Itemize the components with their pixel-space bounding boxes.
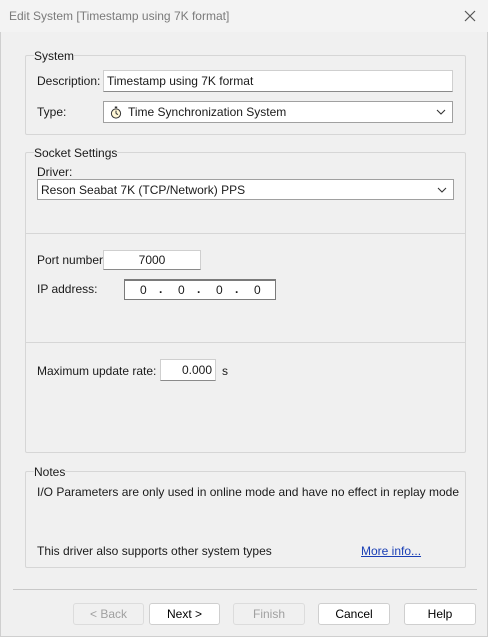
ip-octet-1[interactable]: 0 [140, 283, 147, 297]
rate-input[interactable]: 0.000 [160, 359, 216, 381]
port-input[interactable]: 7000 [103, 250, 201, 270]
notes-text: I/O Parameters are only used in online m… [37, 485, 460, 499]
divider [26, 233, 465, 234]
next-button[interactable]: Next > [149, 603, 220, 625]
ip-label: IP address: [37, 282, 98, 296]
chevron-down-icon [437, 187, 447, 193]
ip-dot: . [197, 282, 201, 296]
dialog-body: System Description: Timestamp using 7K f… [0, 32, 488, 637]
back-button[interactable]: < Back [73, 603, 144, 625]
ip-octet-3[interactable]: 0 [216, 283, 223, 297]
rate-value: 0.000 [181, 363, 212, 377]
other-types-text: This driver also supports other system t… [37, 544, 272, 558]
description-value: Timestamp using 7K format [107, 74, 254, 88]
notes-group-label: Notes [34, 465, 66, 479]
divider [26, 342, 465, 343]
ip-address-input[interactable]: 0 . 0 . 0 . 0 [124, 279, 276, 300]
stopwatch-icon [110, 106, 122, 119]
driver-label: Driver: [37, 165, 73, 179]
ip-octet-4[interactable]: 0 [254, 283, 261, 297]
system-group-label: System [34, 49, 75, 63]
description-input[interactable]: Timestamp using 7K format [103, 70, 453, 92]
ip-dot: . [159, 282, 163, 296]
type-value: Time Synchronization System [128, 105, 287, 119]
window-title: Edit System [Timestamp using 7K format] [9, 9, 230, 23]
close-button[interactable] [452, 0, 488, 32]
close-icon [464, 10, 476, 22]
title-bar: Edit System [Timestamp using 7K format] [0, 0, 488, 32]
ip-dot: . [235, 282, 239, 296]
system-group [25, 55, 466, 135]
rate-unit: s [222, 364, 228, 378]
help-button[interactable]: Help [404, 603, 476, 625]
more-info-link[interactable]: More info... [361, 544, 421, 558]
socket-settings-label: Socket Settings [34, 146, 118, 160]
cancel-button[interactable]: Cancel [318, 603, 390, 625]
rate-label: Maximum update rate: [37, 364, 157, 378]
port-value: 7000 [138, 253, 166, 267]
port-label: Port number: [37, 253, 107, 267]
type-label: Type: [37, 105, 67, 119]
driver-value: Reson Seabat 7K (TCP/Network) PPS [41, 182, 246, 197]
ip-octet-2[interactable]: 0 [178, 283, 185, 297]
type-select[interactable]: Time Synchronization System [103, 101, 453, 123]
description-label: Description: [37, 74, 101, 88]
chevron-down-icon [436, 109, 446, 115]
button-divider [13, 589, 477, 590]
driver-select[interactable]: Reson Seabat 7K (TCP/Network) PPS [37, 179, 454, 200]
finish-button[interactable]: Finish [233, 603, 305, 625]
